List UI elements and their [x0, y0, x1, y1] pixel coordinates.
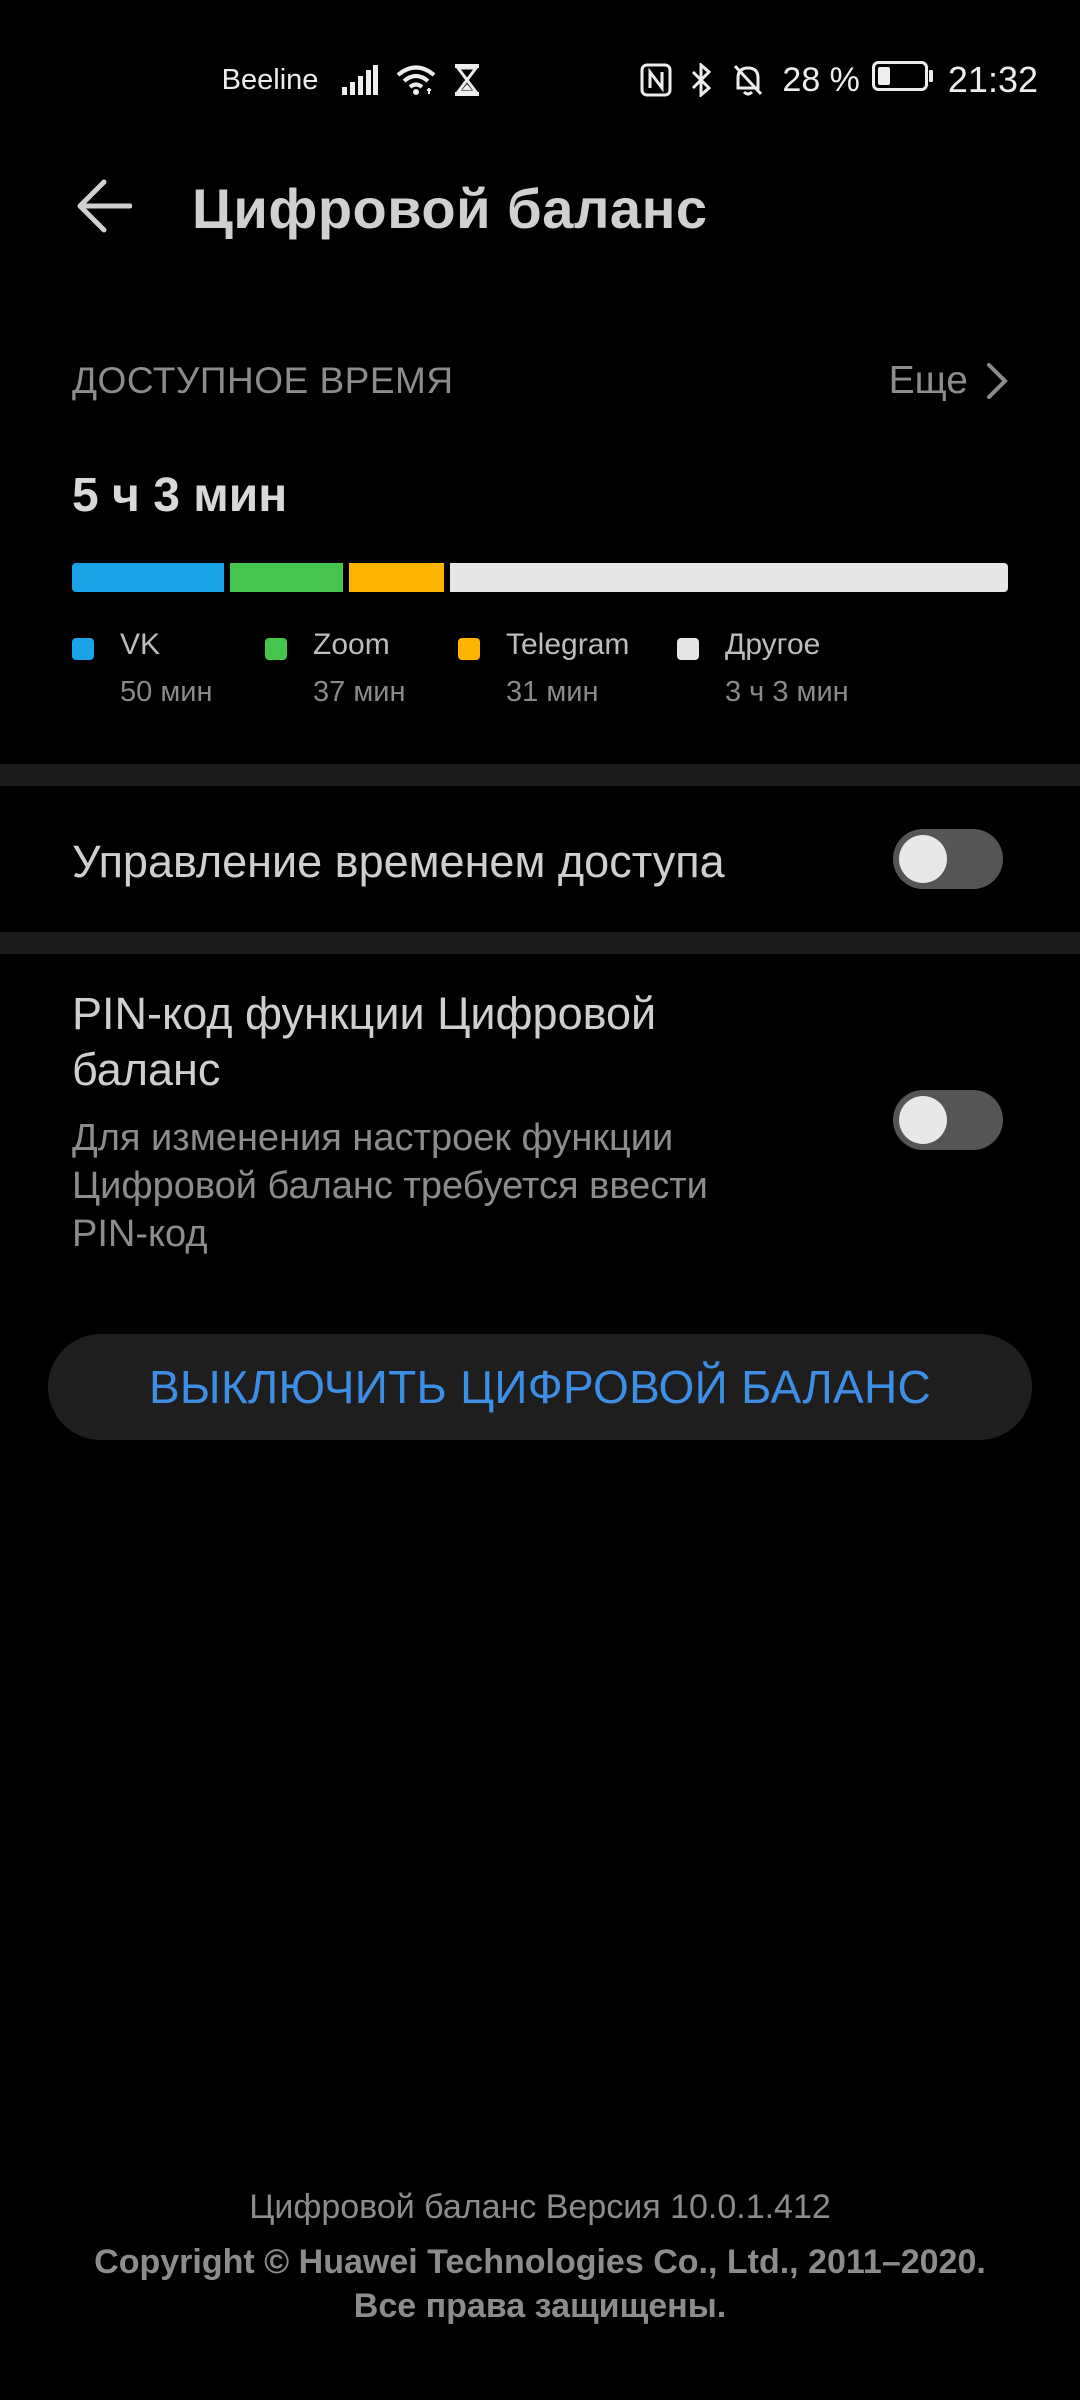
more-link-label: Еще: [888, 359, 968, 402]
copyright-text: Copyright © Huawei Technologies Co., Ltd…: [0, 2240, 1080, 2328]
app-bar: Цифровой баланс: [0, 160, 1080, 252]
legend-app-name: VK: [120, 628, 161, 661]
wifi-icon: [396, 64, 436, 96]
access-time-control-toggle[interactable]: [893, 829, 1003, 889]
legend-app-time: 31 мин: [506, 676, 599, 708]
more-link[interactable]: Еще: [889, 356, 1008, 406]
bluetooth-icon: [690, 63, 714, 97]
pin-code-title: PIN-код функции Цифровой баланс: [72, 986, 656, 1098]
legend-app-time: 37 мин: [313, 676, 406, 708]
legend-color-dot: [677, 638, 699, 660]
version-text: Цифровой баланс Версия 10.0.1.412: [249, 2188, 831, 2226]
hourglass-icon: [454, 64, 480, 96]
pin-code-title-line: баланс: [72, 1044, 221, 1095]
clock: 21:32: [947, 59, 1038, 100]
usage-segment: [349, 563, 444, 592]
back-button[interactable]: [72, 174, 136, 238]
page-title: Цифровой баланс: [192, 177, 708, 240]
usage-segment: [72, 563, 224, 592]
carrier-name: Beeline: [221, 63, 319, 96]
total-usage-time: 5 ч 3 мин: [72, 469, 288, 522]
legend-color-dot: [265, 638, 287, 660]
access-time-control-label: Управление временем доступа: [72, 836, 725, 887]
chevron-right-icon: [987, 363, 1008, 399]
back-arrow-icon: [77, 179, 132, 233]
signal-icon: [342, 65, 379, 95]
battery-percent: 28 %: [782, 60, 860, 99]
copyright-line: Copyright © Huawei Technologies Co., Ltd…: [94, 2243, 986, 2281]
pin-code-toggle[interactable]: [893, 1090, 1003, 1150]
legend-color-dot: [72, 638, 94, 660]
legend-app-name: Другое: [725, 628, 821, 661]
digital-balance-screen: Beeline 28 % 21:32 Цифровой баланс ДОСТУ…: [0, 0, 1080, 2400]
usage-bar: [72, 563, 1008, 592]
mute-icon: [732, 63, 764, 97]
pin-code-desc-line: PIN-код: [72, 1213, 208, 1255]
pin-code-desc-line: Для изменения настроек функции: [72, 1117, 674, 1159]
legend-app-name: Telegram: [506, 628, 630, 661]
disable-digital-balance-button[interactable]: ВЫКЛЮЧИТЬ ЦИФРОВОЙ БАЛАНС: [48, 1334, 1032, 1440]
pin-code-title-line: PIN-код функции Цифровой: [72, 988, 657, 1039]
usage-segment: [450, 563, 1008, 592]
legend-app-time: 3 ч 3 мин: [725, 676, 849, 708]
toggle-knob: [899, 1096, 947, 1144]
status-bar: Beeline 28 % 21:32: [0, 0, 1080, 160]
nfc-icon: [640, 63, 672, 97]
battery-icon: [871, 60, 934, 100]
usage-legend: VK 50 мин Zoom 37 мин Telegram 31 мин Другое 3 …: [72, 628, 1008, 718]
pin-code-desc-line: Цифровой баланс требуется ввести: [72, 1165, 708, 1207]
toggle-knob: [899, 835, 947, 883]
pin-code-description: Для изменения настроек функции Цифровой …: [72, 1114, 812, 1258]
legend-app-time: 50 мин: [120, 676, 213, 708]
legend-color-dot: [458, 638, 480, 660]
copyright-line: Все права защищены.: [353, 2287, 727, 2325]
available-time-label: ДОСТУПНОЕ ВРЕМЯ: [72, 360, 454, 401]
section-divider: [0, 932, 1080, 954]
usage-segment: [230, 563, 343, 592]
section-divider: [0, 764, 1080, 786]
legend-app-name: Zoom: [313, 628, 390, 661]
